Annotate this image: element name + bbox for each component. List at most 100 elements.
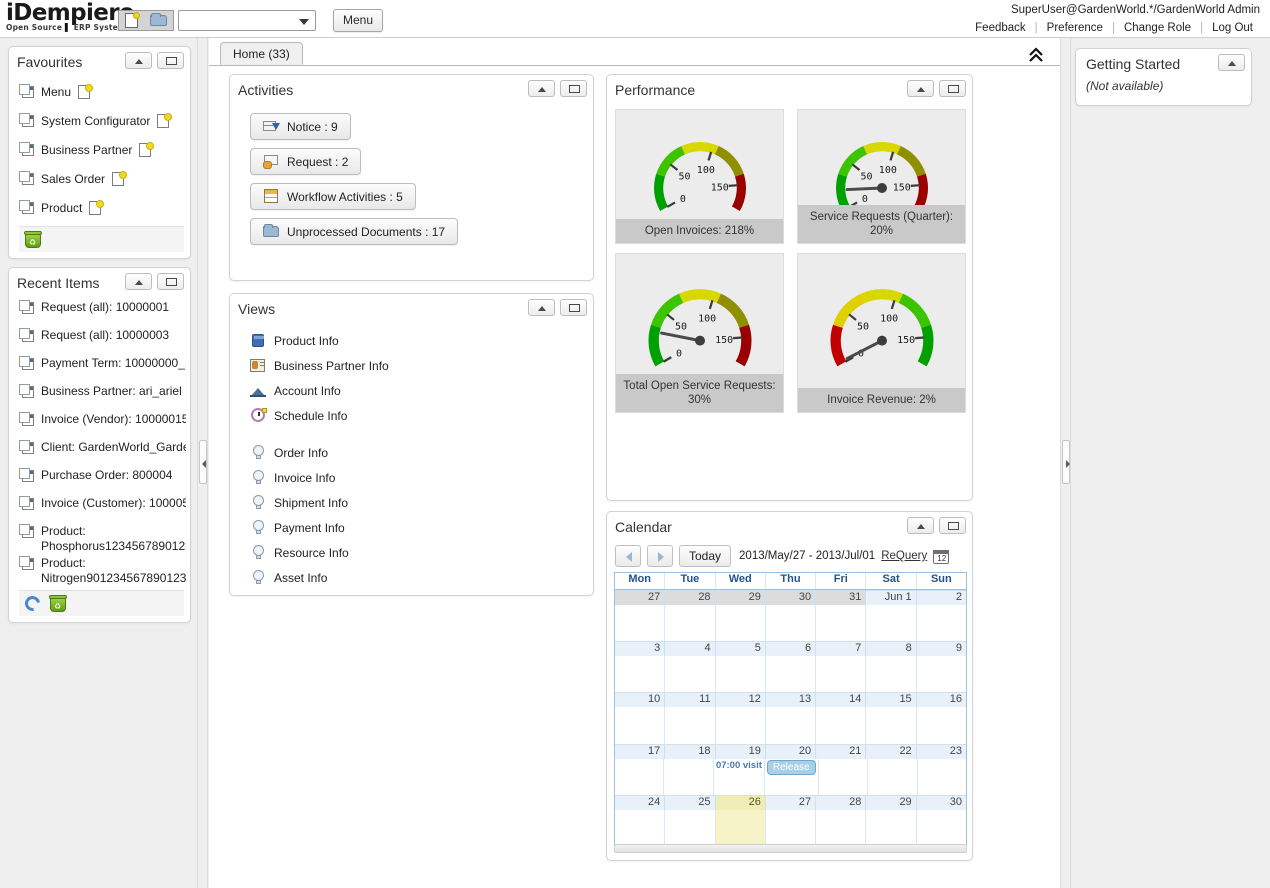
today-button[interactable]: Today [679, 545, 731, 567]
day-cell[interactable] [816, 605, 866, 641]
day-cell[interactable] [615, 759, 664, 795]
day-cell[interactable] [665, 707, 715, 743]
day-cell[interactable] [866, 707, 916, 743]
day-cell[interactable] [816, 810, 866, 846]
day-number[interactable]: 31 [816, 590, 866, 605]
gauge-total-open-service-requests[interactable]: 050100150 Total Open Service Requests: 3… [615, 253, 784, 413]
day-number[interactable]: 6 [766, 641, 816, 656]
day-number[interactable]: 13 [766, 692, 816, 707]
list-item[interactable]: Payment Term: 10000000_12 [19, 354, 186, 382]
maximize-button[interactable] [939, 517, 966, 534]
splitter-handle[interactable] [199, 440, 207, 484]
right-splitter[interactable] [1060, 38, 1071, 888]
day-cell[interactable] [917, 810, 966, 846]
calendar-prev-button[interactable] [615, 545, 641, 567]
list-item[interactable]: Purchase Order: 800004 [19, 466, 186, 494]
gauge-service-requests-quarter[interactable]: 050100150 Service Requests (Quarter): 20… [797, 109, 966, 244]
day-cell[interactable] [816, 656, 866, 692]
log-out-link[interactable]: Log Out [1203, 22, 1262, 34]
day-number[interactable]: 10 [615, 692, 665, 707]
day-cell[interactable] [917, 707, 966, 743]
day-cell[interactable] [615, 707, 665, 743]
list-item[interactable]: Client: GardenWorld_GardenW [19, 438, 186, 466]
unprocessed-documents-button[interactable]: Unprocessed Documents : 17 [250, 218, 458, 245]
day-cell[interactable] [766, 810, 816, 846]
day-number[interactable]: 23 [917, 744, 966, 759]
day-number[interactable]: 5 [716, 641, 766, 656]
tab-home[interactable]: Home (33) [220, 42, 303, 65]
calendar-picker-icon[interactable]: 12 [933, 548, 949, 564]
favourite-item-sales-order[interactable]: Sales Order [19, 164, 184, 193]
maximize-button[interactable] [560, 299, 587, 316]
day-cell[interactable] [664, 759, 713, 795]
day-number[interactable]: 8 [866, 641, 916, 656]
list-item[interactable]: Business Partner: ari_ariel [19, 382, 186, 410]
notepad-icon[interactable] [156, 113, 172, 129]
day-cell[interactable] [615, 656, 665, 692]
day-cell[interactable] [918, 759, 966, 795]
collapse-button[interactable] [1218, 54, 1245, 71]
collapse-button[interactable] [528, 299, 555, 316]
day-cell[interactable] [917, 605, 966, 641]
notice-button[interactable]: Notice : 9 [250, 113, 351, 140]
day-number[interactable]: 3 [615, 641, 665, 656]
day-number[interactable]: 27 [766, 795, 816, 810]
calendar-event[interactable]: 07:00 visit [714, 759, 764, 772]
day-cell[interactable] [816, 707, 866, 743]
day-cell[interactable] [716, 707, 766, 743]
day-cell[interactable] [665, 810, 715, 846]
maximize-button[interactable] [560, 80, 587, 97]
view-item-payment-info[interactable]: Payment Info [250, 515, 593, 540]
maximize-button[interactable] [939, 80, 966, 97]
day-cell[interactable] [615, 810, 665, 846]
view-item-business-partner-info[interactable]: Business Partner Info [250, 353, 593, 378]
day-number[interactable]: 28 [665, 590, 715, 605]
day-number[interactable]: 25 [665, 795, 715, 810]
day-cell[interactable] [866, 656, 916, 692]
day-cell[interactable] [665, 605, 715, 641]
day-cell[interactable]: Release [765, 759, 819, 795]
view-item-product-info[interactable]: Product Info [250, 328, 593, 353]
chevron-down-icon[interactable] [299, 19, 309, 25]
notepad-icon[interactable] [88, 200, 104, 216]
global-search-combo[interactable] [178, 10, 316, 31]
day-number[interactable]: 29 [716, 590, 766, 605]
double-chevron-up-icon[interactable] [1026, 46, 1046, 64]
day-cell[interactable] [716, 605, 766, 641]
view-item-resource-info[interactable]: Resource Info [250, 540, 593, 565]
collapse-button[interactable] [528, 80, 555, 97]
list-item[interactable]: Product: Nitrogen901234567890123_Phosp [19, 554, 186, 586]
day-cell[interactable] [917, 656, 966, 692]
day-number[interactable]: 20 [766, 744, 816, 759]
day-cell[interactable]: 07:00 visit [714, 759, 765, 795]
day-number[interactable]: 4 [665, 641, 715, 656]
list-item[interactable]: Invoice (Customer): 100005 [19, 494, 186, 522]
menu-button[interactable]: Menu [333, 9, 383, 32]
day-number[interactable]: 28 [816, 795, 866, 810]
gauge-open-invoices[interactable]: 050100150 Open Invoices: 218% [615, 109, 784, 244]
notepad-icon[interactable] [111, 171, 127, 187]
day-number-today[interactable]: 26 [716, 795, 766, 810]
collapse-button[interactable] [907, 517, 934, 534]
left-splitter[interactable] [197, 38, 208, 888]
day-number[interactable]: 17 [615, 744, 665, 759]
collapse-button[interactable] [125, 52, 152, 69]
view-item-shipment-info[interactable]: Shipment Info [250, 490, 593, 515]
view-item-account-info[interactable]: Account Info [250, 378, 593, 403]
preference-link[interactable]: Preference [1038, 22, 1112, 34]
new-document-icon[interactable] [120, 11, 146, 30]
view-item-invoice-info[interactable]: Invoice Info [250, 465, 593, 490]
collapse-button[interactable] [125, 273, 152, 290]
recycle-bin-icon[interactable]: ♻ [23, 230, 43, 250]
request-button[interactable]: Request : 2 [250, 148, 361, 175]
requery-link[interactable]: ReQuery [881, 550, 927, 562]
splitter-handle[interactable] [1062, 440, 1070, 484]
day-cell[interactable] [716, 656, 766, 692]
day-cell[interactable] [766, 656, 816, 692]
open-folder-icon[interactable] [146, 11, 172, 30]
day-number[interactable]: 14 [816, 692, 866, 707]
list-item[interactable]: Request (all): 10000003 [19, 326, 186, 354]
maximize-button[interactable] [157, 273, 184, 290]
day-number[interactable]: 2 [917, 590, 966, 605]
day-cell[interactable] [615, 605, 665, 641]
